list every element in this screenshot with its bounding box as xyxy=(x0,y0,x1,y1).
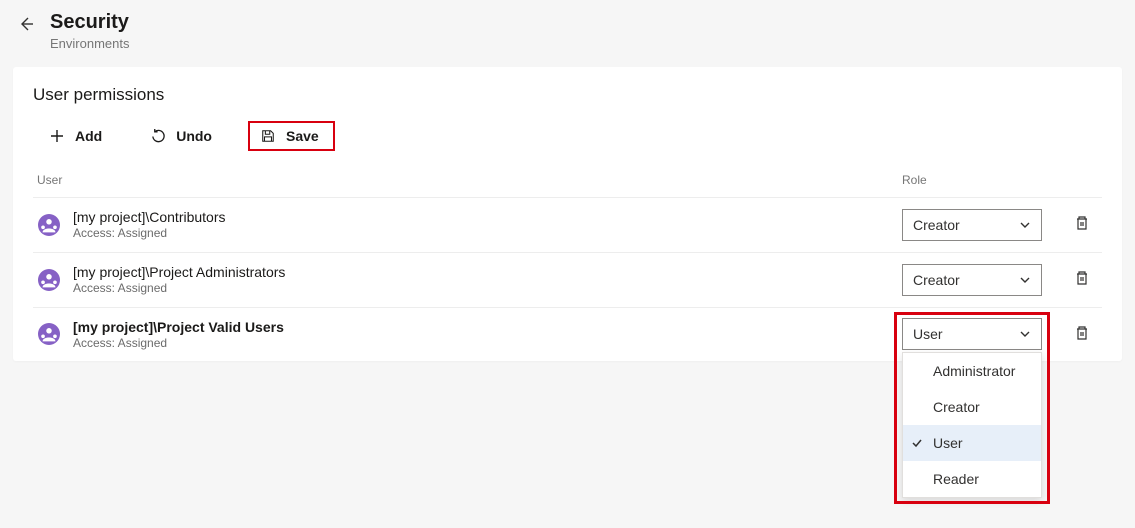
role-dropdown-menu: Administrator Creator User Reader xyxy=(902,352,1042,498)
role-select-value: Creator xyxy=(913,217,960,233)
column-header-role: Role xyxy=(902,173,1102,187)
identity-access: Access: Assigned xyxy=(73,226,226,242)
save-button-label: Save xyxy=(286,128,319,144)
undo-icon xyxy=(150,128,166,144)
chevron-down-icon xyxy=(1019,218,1033,232)
group-avatar-icon xyxy=(37,322,61,346)
role-select[interactable]: User xyxy=(902,318,1042,350)
save-icon xyxy=(260,128,276,144)
permission-row: [my project]\ContributorsAccess: Assigne… xyxy=(33,197,1102,252)
page-title: Security xyxy=(50,10,129,34)
delete-button[interactable] xyxy=(1070,211,1094,238)
identity-access: Access: Assigned xyxy=(73,336,284,352)
back-button[interactable] xyxy=(16,14,36,34)
identity-name: [my project]\Project Valid Users xyxy=(73,318,284,336)
role-dropdown-item[interactable]: User xyxy=(903,425,1041,461)
chevron-down-icon xyxy=(1019,273,1033,287)
save-button[interactable]: Save xyxy=(250,123,333,149)
group-avatar-icon xyxy=(37,213,61,237)
panel-title: User permissions xyxy=(33,85,1102,105)
page-subtitle: Environments xyxy=(50,36,129,51)
permission-row: [my project]\Project Valid UsersAccess: … xyxy=(33,307,1102,362)
trash-icon xyxy=(1074,329,1090,344)
identity-name: [my project]\Project Administrators xyxy=(73,263,285,281)
role-dropdown-item-label: Creator xyxy=(933,399,980,415)
trash-icon xyxy=(1074,219,1090,234)
undo-button-label: Undo xyxy=(176,128,212,144)
role-dropdown-item-label: Administrator xyxy=(933,363,1015,379)
identity-access: Access: Assigned xyxy=(73,281,285,297)
delete-button[interactable] xyxy=(1070,321,1094,348)
delete-button[interactable] xyxy=(1070,266,1094,293)
identity-name: [my project]\Contributors xyxy=(73,208,226,226)
arrow-left-icon xyxy=(18,16,34,32)
role-select[interactable]: Creator xyxy=(902,209,1042,241)
identity-cell: [my project]\Project AdministratorsAcces… xyxy=(37,263,902,297)
column-header-user: User xyxy=(37,173,902,187)
permission-row: [my project]\Project AdministratorsAcces… xyxy=(33,252,1102,307)
add-button-label: Add xyxy=(75,128,102,144)
trash-icon xyxy=(1074,274,1090,289)
role-dropdown-item-label: Reader xyxy=(933,471,979,487)
identity-cell: [my project]\Project Valid UsersAccess: … xyxy=(37,318,902,352)
add-button[interactable]: Add xyxy=(39,123,112,149)
plus-icon xyxy=(49,128,65,144)
role-dropdown-item[interactable]: Administrator xyxy=(903,353,1041,389)
chevron-down-icon xyxy=(1019,327,1033,341)
role-dropdown-item-label: User xyxy=(933,435,963,451)
group-avatar-icon xyxy=(37,268,61,292)
role-select[interactable]: Creator xyxy=(902,264,1042,296)
role-dropdown-item[interactable]: Reader xyxy=(903,461,1041,497)
role-dropdown-item[interactable]: Creator xyxy=(903,389,1041,425)
role-select-value: User xyxy=(913,326,943,342)
role-select-value: Creator xyxy=(913,272,960,288)
check-icon xyxy=(911,436,925,450)
identity-cell: [my project]\ContributorsAccess: Assigne… xyxy=(37,208,902,242)
undo-button[interactable]: Undo xyxy=(140,123,222,149)
